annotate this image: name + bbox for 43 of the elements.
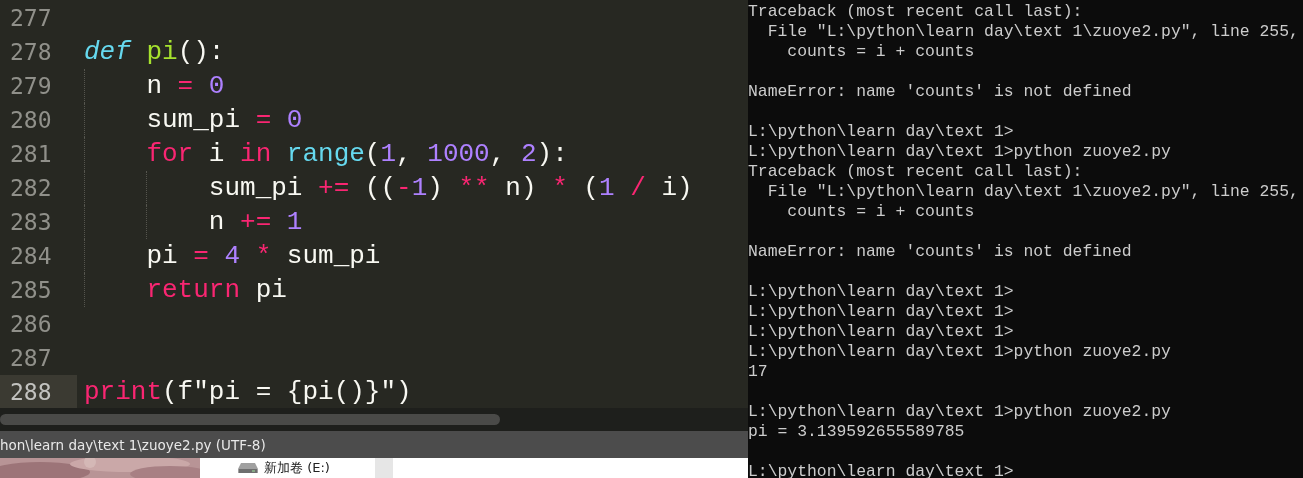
terminal-line: pi = 3.139592655589785 [748,422,966,442]
code-line: sum_pi += ((-1) ** n) * (1 / i) [84,171,693,205]
code-line: pi = 4 * sum_pi [84,239,381,273]
line-number: 279 [9,72,53,101]
terminal-line: L:\python\learn day\text 1> [748,122,1015,142]
terminal-line: File "L:\python\learn day\text 1\zuoye2.py", line 255, [766,182,1300,202]
code-line: sum_pi = 0 [84,103,303,137]
terminal-line: File "L:\python\learn day\text 1\zuoye2.py", line 255, [766,22,1300,42]
line-number: 288 [0,375,77,408]
line-number: 287 [9,344,53,373]
terminal-line: NameError: name 'counts' is not defined [748,82,1133,102]
terminal-line: counts = i + counts [786,42,976,62]
line-number: 277 [9,4,53,33]
code-line: print(f"pi = {pi()}") [84,376,412,408]
terminal-line: L:\python\learn day\text 1> [748,282,1015,302]
drive-icon [238,462,258,474]
line-number: 283 [9,208,53,237]
scrollbar [375,458,393,478]
terminal-line: NameError: name 'counts' is not defined [748,242,1133,262]
line-number: 285 [9,276,53,305]
line-number: 284 [9,242,53,271]
terminal-line: Traceback (most recent call last): [748,162,1084,182]
terminal-line: Traceback (most recent call last): [748,2,1084,22]
line-number: 280 [9,106,53,135]
line-number: 282 [9,174,53,203]
line-number: 278 [9,38,53,67]
file-path: hon\learn day\text 1\zuoye2.py (UTF-8) [0,436,266,453]
terminal-line: L:\python\learn day\text 1> [748,302,1015,322]
code-line: for i in range(1, 1000, 2): [84,137,568,171]
code-line: n = 0 [84,69,225,103]
code-line: return pi [84,273,287,307]
terminal-line: L:\python\learn day\text 1>python zuoye2.py [748,342,1172,362]
terminal-line: L:\python\learn day\text 1>python zuoye2.py [748,402,1172,422]
line-number: 281 [9,140,53,169]
code-line: n += 1 [84,205,303,239]
terminal-line: counts = i + counts [786,202,976,222]
terminal-line: L:\python\learn day\text 1>python zuoye2.py [748,142,1172,162]
drive-label[interactable]: 新加卷 (E:) [264,458,330,478]
code-line: def pi(): [84,36,225,69]
scrollbar-thumb[interactable] [0,414,500,425]
line-number: 286 [9,310,53,339]
terminal-line: 17 [748,362,769,382]
terminal-line: L:\python\learn day\text 1> [748,322,1015,342]
